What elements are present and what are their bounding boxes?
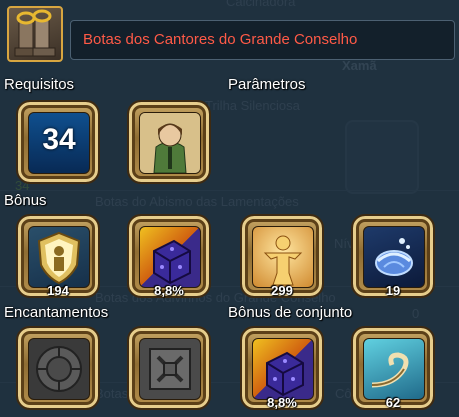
bonus-slot[interactable]: 299 bbox=[240, 214, 324, 298]
purple-dice-icon bbox=[139, 226, 201, 288]
bonus-label: Bônus bbox=[4, 192, 47, 209]
required-level: 34 bbox=[42, 123, 76, 156]
set-bonus-slot[interactable]: 8,8% bbox=[240, 326, 324, 410]
set-bonus-value: 62 bbox=[385, 395, 401, 410]
bonus-slot[interactable]: 194 bbox=[16, 214, 100, 298]
bonus-slot[interactable]: 8,8% bbox=[127, 214, 211, 298]
bonus-slot[interactable]: 19 bbox=[351, 214, 435, 298]
tooltip-header: Botas dos Cantores do Grande Conselho bbox=[4, 4, 455, 62]
bonus-value: 194 bbox=[47, 283, 69, 298]
rune-slot-icon bbox=[139, 338, 201, 400]
level-icon: 34 bbox=[28, 112, 90, 174]
blue-swirl-icon bbox=[363, 226, 425, 288]
golden-figure-icon bbox=[252, 226, 314, 288]
requirements-label: Requisitos bbox=[4, 76, 75, 93]
boots-icon bbox=[7, 6, 63, 62]
parameter-character-slot[interactable] bbox=[127, 100, 211, 184]
enchantment-slot[interactable] bbox=[16, 326, 100, 410]
set-bonus-slot[interactable]: 62 bbox=[351, 326, 435, 410]
purple-dice-icon bbox=[252, 338, 314, 400]
empty-enchant-slot-icon bbox=[28, 338, 90, 400]
shield-defense-icon bbox=[28, 226, 90, 288]
character-portrait-icon bbox=[139, 112, 201, 174]
item-name-box: Botas dos Cantores do Grande Conselho bbox=[70, 20, 455, 60]
enchantment-slot[interactable] bbox=[127, 326, 211, 410]
enchantments-label: Encantamentos bbox=[4, 304, 109, 321]
wind-swirl-icon bbox=[363, 338, 425, 400]
bonus-value: 299 bbox=[271, 283, 293, 298]
set-bonus-value: 8,8% bbox=[267, 395, 297, 410]
item-tooltip: Botas dos Cantores do Grande Conselho Re… bbox=[0, 0, 459, 417]
item-name: Botas dos Cantores do Grande Conselho bbox=[83, 31, 358, 48]
requirement-level-slot[interactable]: 34 bbox=[16, 100, 100, 184]
set-bonus-label: Bônus de conjunto bbox=[228, 304, 353, 321]
parameters-label: Parâmetros bbox=[228, 76, 306, 93]
bonus-value: 19 bbox=[385, 283, 401, 298]
bonus-value: 8,8% bbox=[154, 283, 184, 298]
